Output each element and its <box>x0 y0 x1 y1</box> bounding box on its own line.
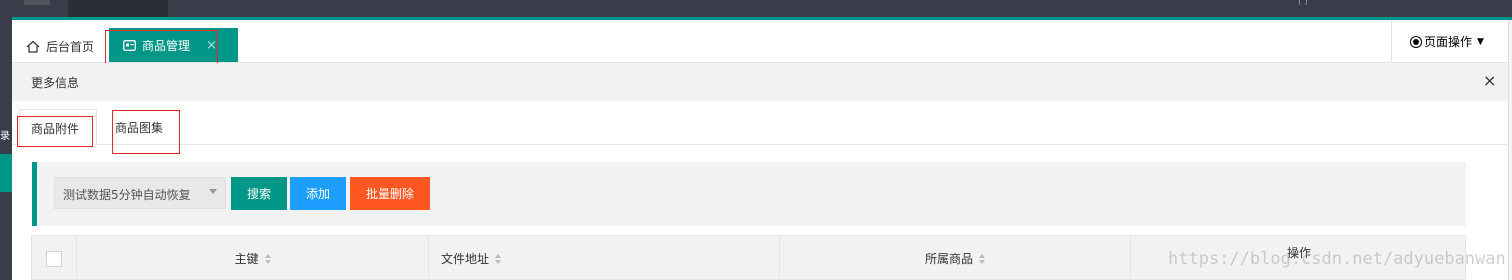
more-info-bar: 更多信息 × <box>12 63 1508 101</box>
add-button[interactable]: 添加 <box>290 177 346 210</box>
sort-icon[interactable] <box>264 253 271 264</box>
column-header-label: 所属商品 <box>924 252 973 266</box>
column-header-label: 主键 <box>234 252 259 266</box>
sidebar-active-indicator <box>0 154 12 192</box>
sidebar: 录 <box>0 17 12 280</box>
sort-icon[interactable] <box>495 253 502 264</box>
header-nav-block[interactable] <box>68 0 168 17</box>
column-header-id[interactable]: 主键 <box>77 236 429 280</box>
sidebar-item-partial[interactable]: 录 <box>0 127 10 142</box>
select-all-cell <box>32 236 77 280</box>
tab-bar: 后台首页 商品管理 × <box>12 20 1508 63</box>
search-toolbar: 测试数据5分钟自动恢复 搜索 添加 批量删除 <box>32 162 1466 226</box>
top-header: ( ) <box>0 0 1512 17</box>
watermark: https://blog.csdn.net/adyuebanwan <box>1168 249 1506 269</box>
column-header-goods[interactable]: 所属商品 <box>780 236 1131 280</box>
select-all-checkbox[interactable] <box>46 250 62 267</box>
page-operations-label: 页面操作 <box>1424 35 1473 49</box>
annotation-box-attachments <box>17 116 93 147</box>
column-header-label: 文件地址 <box>441 252 490 266</box>
sort-icon[interactable] <box>979 253 985 264</box>
more-info-label[interactable]: 更多信息 <box>31 74 79 91</box>
tab-home[interactable]: 后台首页 <box>26 37 94 55</box>
admin-page: ( ) 录 后台首页 商品管理 × 页面操作 ▼ 更多信息 × 商品附件 商品图… <box>0 0 1512 280</box>
header-user-glyph[interactable]: ( ) <box>1298 0 1308 7</box>
data-select-value: 测试数据5分钟自动恢复 <box>63 188 191 202</box>
chevron-down-icon <box>209 189 217 194</box>
tab-home-label: 后台首页 <box>46 39 95 54</box>
caret-down-icon: ▼ <box>1477 36 1484 47</box>
batch-delete-button[interactable]: 批量删除 <box>350 177 430 210</box>
header-logo-block <box>24 0 50 5</box>
scrollbar[interactable] <box>1508 20 1512 280</box>
column-header-file-path[interactable]: 文件地址 <box>429 236 780 280</box>
close-icon[interactable]: × <box>1483 71 1496 90</box>
annotation-box-gallery <box>112 110 180 154</box>
page-operations-menu[interactable]: 页面操作 ▼ <box>1391 20 1508 63</box>
home-icon <box>26 40 40 53</box>
sub-tab-bar: 商品附件 商品图集 <box>12 101 1508 146</box>
data-select[interactable]: 测试数据5分钟自动恢复 <box>54 177 226 209</box>
search-button[interactable]: 搜索 <box>231 177 287 210</box>
radio-icon <box>1410 35 1422 48</box>
